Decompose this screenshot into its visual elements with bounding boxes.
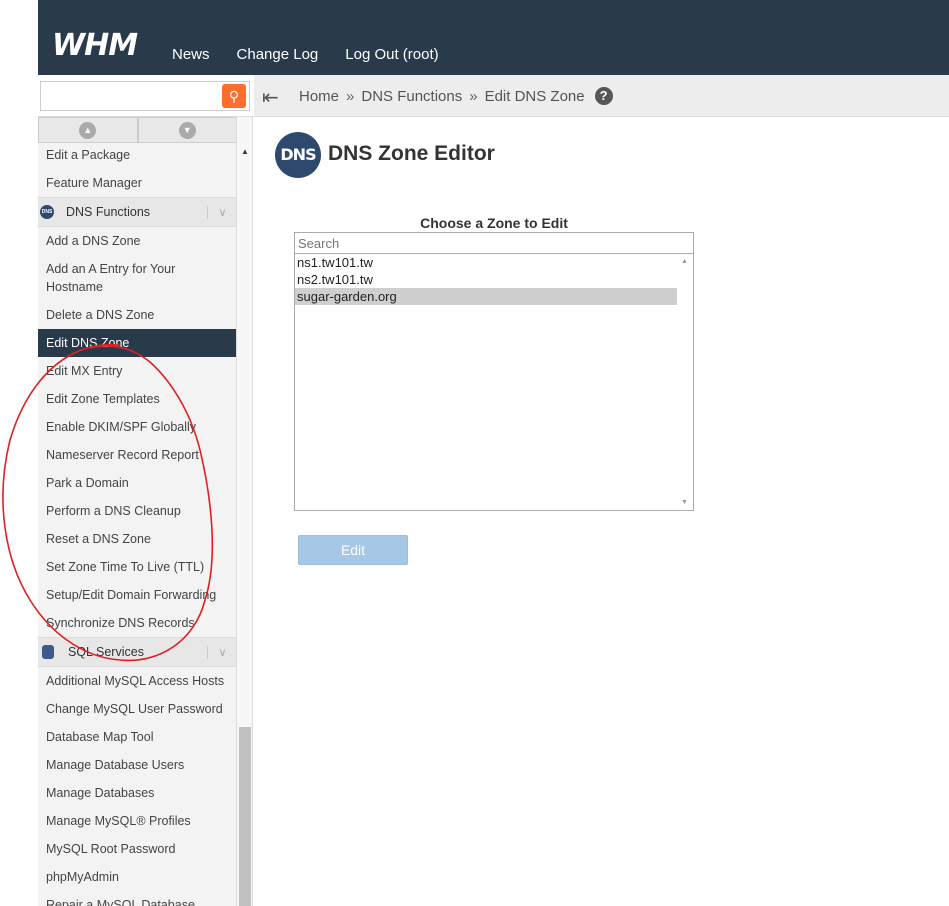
zone-option[interactable]: ns1.tw101.tw	[295, 254, 677, 271]
breadcrumb: Home » DNS Functions » Edit DNS Zone ?	[299, 87, 613, 105]
breadcrumb-separator: »	[469, 87, 478, 105]
search-icon[interactable]: ⚲	[222, 84, 246, 108]
scrollbar-thumb[interactable]	[239, 727, 251, 906]
chevron-down-icon[interactable]: ∨	[207, 645, 236, 659]
top-header: WHM News Change Log Log Out (root)	[38, 0, 949, 75]
zone-select-label: Choose a Zone to Edit	[420, 215, 568, 231]
nav-logout[interactable]: Log Out (root)	[345, 46, 438, 63]
sidebar-item[interactable]: Nameserver Record Report	[38, 441, 236, 469]
breadcrumb-current: Edit DNS Zone	[484, 87, 585, 105]
database-icon	[42, 645, 54, 659]
sidebar-group-sql-services[interactable]: SQL Services ∨	[38, 637, 236, 667]
sidebar-nav: Edit a Package Feature Manager DNS DNS Func…	[38, 141, 236, 906]
sidebar-item[interactable]: MySQL Root Password	[38, 835, 236, 863]
sidebar-item[interactable]: Database Map Tool	[38, 723, 236, 751]
sidebar-item[interactable]: Additional MySQL Access Hosts	[38, 667, 236, 695]
sidebar-item[interactable]: Delete a DNS Zone	[38, 301, 236, 329]
breadcrumb-separator: »	[346, 87, 355, 105]
sidebar-item[interactable]: Park a Domain	[38, 469, 236, 497]
sidebar-item[interactable]: phpMyAdmin	[38, 863, 236, 891]
nav-change-log[interactable]: Change Log	[237, 46, 319, 63]
zone-option[interactable]: ns2.tw101.tw	[295, 271, 677, 288]
sidebar-item[interactable]: Reset a DNS Zone	[38, 525, 236, 553]
chevron-up-icon[interactable]: ▲	[681, 258, 688, 265]
scroll-up-arrow-icon[interactable]: ▲	[241, 147, 249, 156]
zone-option[interactable]: sugar-garden.org	[295, 288, 677, 305]
chevron-down-icon[interactable]: ▼	[681, 499, 688, 506]
sidebar-scrollbar[interactable]: ▲	[237, 117, 253, 906]
zone-search-input[interactable]	[294, 232, 694, 254]
sidebar-item[interactable]: Change MySQL User Password	[38, 695, 236, 723]
sidebar-item[interactable]: Add a DNS Zone	[38, 227, 236, 255]
sidebar-item[interactable]: Synchronize DNS Records	[38, 609, 236, 637]
sidebar-item[interactable]: Add an A Entry for Your Hostname	[38, 255, 236, 301]
zone-list-scrollbar[interactable]: ▲ ▼	[677, 254, 693, 510]
nav-news[interactable]: News	[172, 46, 210, 63]
sidebar-group-dns-functions[interactable]: DNS DNS Functions ∨	[38, 197, 236, 227]
sidebar-item[interactable]: Feature Manager	[38, 169, 236, 197]
sidebar-item[interactable]: Set Zone Time To Live (TTL)	[38, 553, 236, 581]
dns-icon: DNS	[275, 132, 321, 178]
collapse-menu-icon[interactable]: ⇤	[262, 85, 279, 110]
sidebar-item[interactable]: Repair a MySQL Database	[38, 891, 236, 906]
dns-icon: DNS	[40, 205, 54, 219]
help-icon[interactable]: ?	[594, 87, 613, 105]
sidebar-item[interactable]: Manage MySQL® Profiles	[38, 807, 236, 835]
sidebar-search: ⚲	[38, 75, 254, 117]
sidebar-item[interactable]: Enable DKIM/SPF Globally	[38, 413, 236, 441]
edit-button[interactable]: Edit	[298, 535, 408, 565]
scroll-up-button[interactable]: ▲	[38, 117, 138, 143]
zone-listbox[interactable]: ns1.tw101.tw ns2.tw101.tw sugar-garden.org…	[294, 253, 694, 511]
scroll-down-button[interactable]: ▼	[137, 117, 236, 143]
breadcrumb-home[interactable]: Home	[299, 88, 339, 105]
sidebar-item-active[interactable]: Edit DNS Zone	[38, 329, 236, 357]
search-input[interactable]	[40, 81, 250, 111]
breadcrumb-bar: ⇤ Home » DNS Functions » Edit DNS Zone ?	[254, 75, 949, 117]
sidebar-scroll-arrows: ▲ ▼	[38, 117, 236, 143]
sidebar-item[interactable]: Edit MX Entry	[38, 357, 236, 385]
group-label: DNS Functions	[66, 205, 151, 219]
sidebar-item[interactable]: Perform a DNS Cleanup	[38, 497, 236, 525]
top-nav: News Change Log Log Out (root)	[172, 46, 439, 63]
sidebar-item[interactable]: Manage Databases	[38, 779, 236, 807]
sidebar-item[interactable]: Edit Zone Templates	[38, 385, 236, 413]
sidebar-item[interactable]: Edit a Package	[38, 141, 236, 169]
page-title: DNS Zone Editor	[328, 142, 495, 165]
breadcrumb-section[interactable]: DNS Functions	[361, 88, 462, 105]
whm-logo[interactable]: WHM	[52, 28, 138, 63]
sidebar: ▲ ▼ Edit a Package Feature Manager DNS DNS …	[38, 117, 237, 906]
chevron-up-icon: ▲	[79, 121, 97, 139]
group-label: SQL Services	[68, 645, 144, 659]
sidebar-item[interactable]: Manage Database Users	[38, 751, 236, 779]
chevron-down-icon[interactable]: ∨	[207, 205, 236, 219]
sidebar-item[interactable]: Setup/Edit Domain Forwarding	[38, 581, 236, 609]
chevron-down-icon: ▼	[178, 121, 196, 139]
